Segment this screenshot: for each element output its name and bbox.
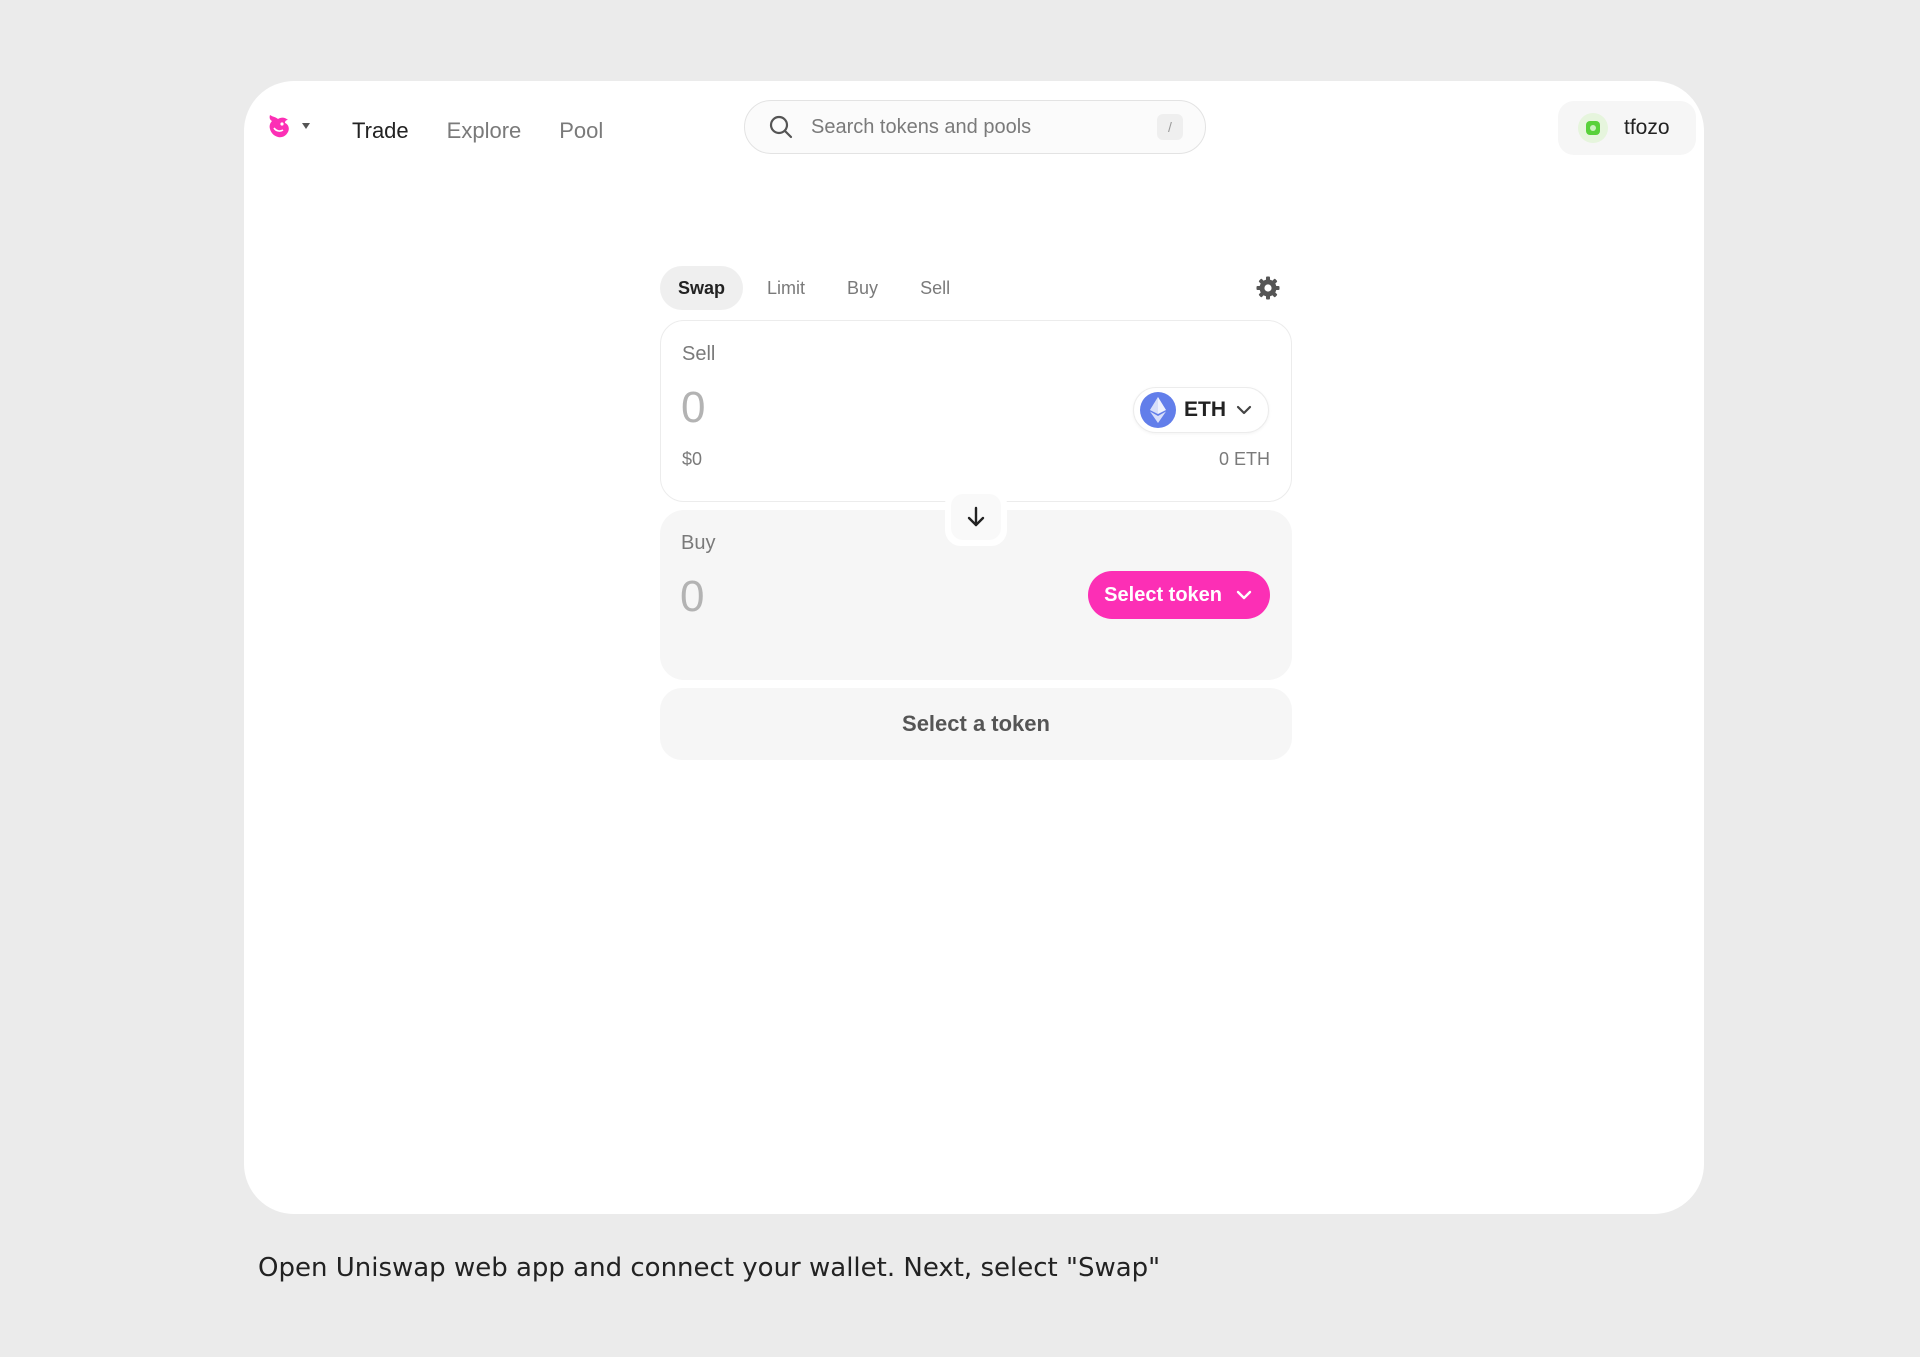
search-shortcut-key: /	[1157, 114, 1183, 140]
tab-swap[interactable]: Swap	[660, 266, 744, 310]
chevron-down-icon	[302, 123, 310, 129]
wallet-status-icon	[1586, 121, 1600, 135]
tab-buy[interactable]: Buy	[829, 266, 896, 310]
uniswap-unicorn-icon	[269, 115, 289, 138]
account-name: tfozo	[1624, 116, 1670, 139]
nav-explore[interactable]: Explore	[447, 111, 522, 151]
eth-icon	[1140, 392, 1176, 428]
logo-menu[interactable]	[264, 111, 310, 141]
sell-amount-input[interactable]: 0	[681, 383, 705, 433]
search-input[interactable]	[809, 114, 1157, 140]
buy-amount-input[interactable]: 0	[680, 572, 704, 622]
account-button[interactable]: tfozo	[1558, 101, 1696, 155]
select-token-button[interactable]: Select token	[1088, 571, 1270, 619]
gear-icon[interactable]	[1254, 274, 1282, 302]
switch-direction-button[interactable]	[945, 488, 1007, 546]
sell-token-selector[interactable]: ETH	[1133, 387, 1269, 433]
sell-label: Sell	[682, 343, 716, 365]
tab-limit[interactable]: Limit	[749, 266, 823, 310]
app-window: Trade Explore Pool / tfozo Swap Limit Bu…	[244, 81, 1704, 1214]
instruction-caption: Open Uniswap web app and connect your wa…	[258, 1253, 1161, 1283]
sell-panel: Sell 0 ETH $0 0 ETH	[660, 320, 1292, 502]
swap-widget: Swap Limit Buy Sell Sell 0 ETH $0 0 ETH …	[660, 266, 1292, 760]
chevron-down-icon	[1236, 590, 1252, 600]
nav-pool[interactable]: Pool	[559, 111, 603, 151]
search-bar[interactable]: /	[744, 100, 1206, 154]
chevron-down-icon	[1236, 405, 1252, 415]
buy-panel: Buy 0 Select token	[660, 488, 1292, 680]
main-nav: Trade Explore Pool	[352, 111, 603, 151]
select-a-token-button[interactable]: Select a token	[660, 688, 1292, 760]
sell-token-symbol: ETH	[1184, 398, 1226, 421]
arrow-down-icon	[967, 506, 985, 527]
avatar	[1578, 113, 1608, 143]
buy-label: Buy	[681, 532, 716, 554]
sell-balance: 0 ETH	[1218, 449, 1270, 469]
sell-usd-value: $0	[682, 449, 703, 469]
select-token-label: Select token	[1104, 583, 1222, 606]
tab-sell[interactable]: Sell	[902, 266, 968, 310]
search-icon	[769, 115, 793, 139]
swap-tabs: Swap Limit Buy Sell	[660, 266, 1292, 310]
nav-trade[interactable]: Trade	[352, 111, 409, 151]
